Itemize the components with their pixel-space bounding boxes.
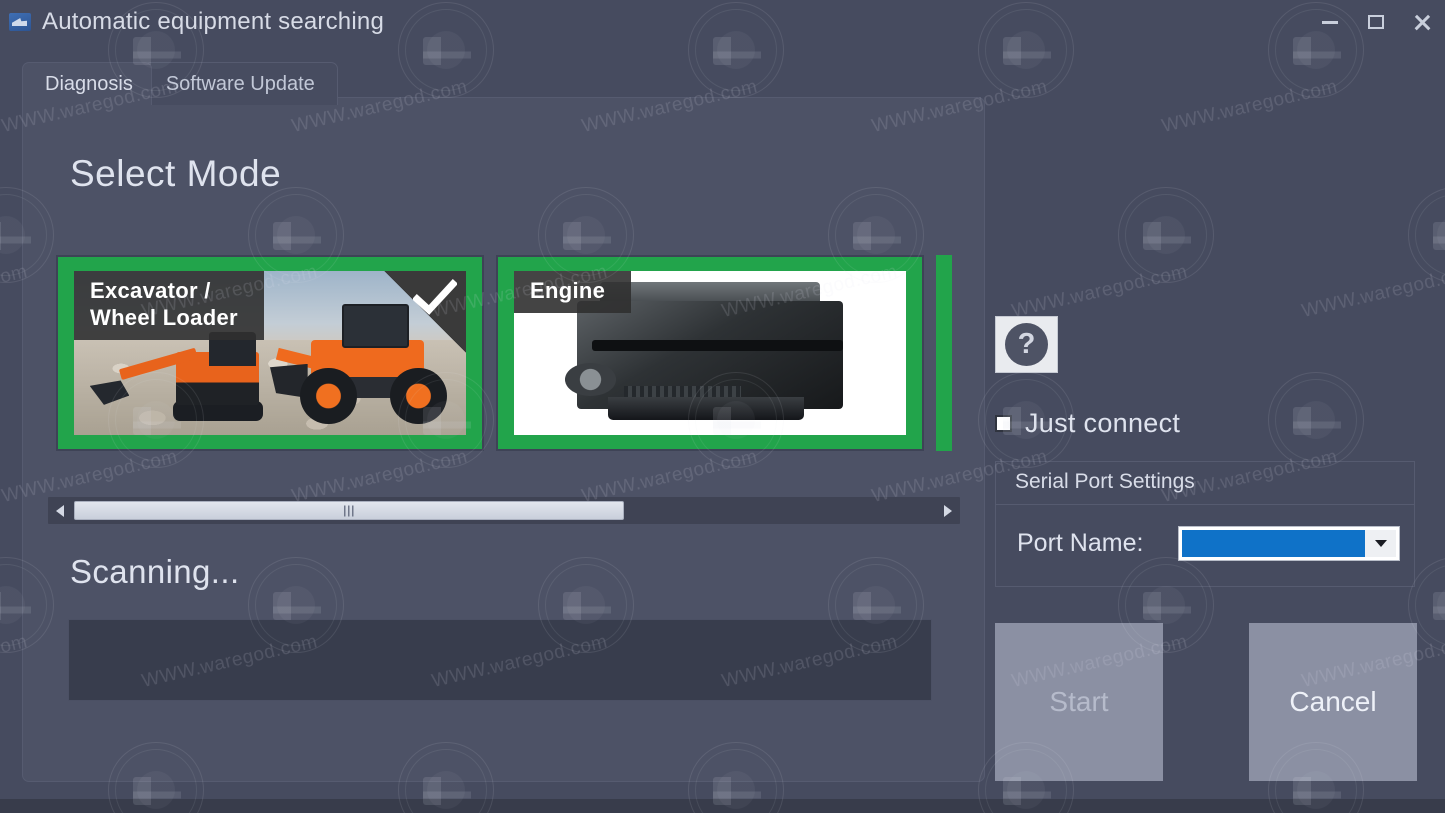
mode-card-carousel: Excavator / Wheel Loader Engine bbox=[56, 255, 977, 453]
watermark-seal-icon bbox=[1268, 372, 1364, 468]
mode-card-media: Engine bbox=[514, 271, 906, 435]
minimize-button[interactable] bbox=[1307, 0, 1353, 44]
scan-log-box bbox=[68, 619, 932, 701]
port-name-dropdown-button[interactable] bbox=[1365, 530, 1396, 557]
serial-port-settings-title: Serial Port Settings bbox=[1015, 470, 1195, 493]
selected-badge bbox=[384, 271, 466, 353]
carousel-scrollbar[interactable] bbox=[48, 497, 960, 524]
close-button[interactable] bbox=[1399, 0, 1445, 44]
watermark-text: WWW.waregod.com bbox=[1299, 261, 1445, 322]
port-name-row: Port Name: bbox=[1017, 526, 1400, 561]
tab-diagnosis[interactable]: Diagnosis bbox=[22, 62, 152, 105]
window-controls bbox=[1307, 0, 1445, 44]
app-icon bbox=[9, 13, 31, 31]
tab-diagnosis-label: Diagnosis bbox=[45, 73, 133, 95]
start-button[interactable]: Start bbox=[995, 623, 1163, 781]
scrollbar-track[interactable] bbox=[74, 501, 934, 520]
tab-software-update-label: Software Update bbox=[165, 73, 315, 95]
scroll-right-button[interactable] bbox=[936, 497, 960, 524]
port-name-label: Port Name: bbox=[1017, 529, 1144, 557]
page-title: Select Mode bbox=[70, 153, 282, 194]
just-connect-row[interactable]: Just connect bbox=[995, 408, 1180, 439]
grip-icon bbox=[344, 505, 355, 516]
title-bar: Automatic equipment searching bbox=[0, 0, 1445, 44]
watermark-seal-icon bbox=[1408, 187, 1445, 283]
mode-card-rail: Excavator / Wheel Loader Engine bbox=[56, 255, 977, 453]
scrollbar-thumb[interactable] bbox=[74, 501, 625, 520]
mode-card-excavator-wheel-loader[interactable]: Excavator / Wheel Loader bbox=[56, 255, 484, 451]
arrow-right-icon bbox=[944, 504, 952, 517]
mode-card-label: Excavator / Wheel Loader bbox=[74, 271, 264, 340]
port-name-value[interactable] bbox=[1182, 530, 1365, 557]
just-connect-checkbox[interactable] bbox=[995, 415, 1012, 432]
maximize-button[interactable] bbox=[1353, 0, 1399, 44]
mode-card-media: Excavator / Wheel Loader bbox=[74, 271, 466, 435]
mode-card-next-partial[interactable] bbox=[936, 255, 952, 451]
watermark-text: WWW.waregod.com bbox=[1159, 76, 1340, 137]
arrow-left-icon bbox=[56, 504, 64, 517]
diagnosis-panel: Select Mode Excavator / Wheel Loader Eng… bbox=[22, 97, 985, 782]
close-icon bbox=[1413, 13, 1431, 31]
tab-software-update[interactable]: Software Update bbox=[142, 62, 338, 105]
mode-card-label: Engine bbox=[514, 271, 632, 313]
status-label: Scanning... bbox=[70, 553, 240, 590]
window-title: Automatic equipment searching bbox=[42, 8, 384, 35]
check-icon bbox=[413, 279, 457, 315]
just-connect-label: Just connect bbox=[1025, 408, 1181, 438]
maximize-icon bbox=[1368, 15, 1384, 29]
help-button[interactable]: ? bbox=[995, 316, 1058, 373]
minimize-icon bbox=[1322, 20, 1338, 24]
port-name-select[interactable] bbox=[1178, 526, 1400, 561]
cancel-button[interactable]: Cancel bbox=[1249, 623, 1417, 781]
bottom-strip bbox=[0, 799, 1445, 813]
watermark-seal-icon bbox=[1118, 187, 1214, 283]
serial-port-settings-group: Serial Port Settings Port Name: bbox=[995, 461, 1415, 587]
watermark-text: WWW.waregod.com bbox=[1009, 261, 1190, 322]
chevron-down-icon bbox=[1374, 540, 1387, 547]
scroll-left-button[interactable] bbox=[48, 497, 72, 524]
mode-card-engine[interactable]: Engine bbox=[496, 255, 924, 451]
tab-bar: Software Update Diagnosis bbox=[22, 62, 338, 105]
application-window: Automatic equipment searching Software U… bbox=[0, 0, 1445, 813]
help-icon: ? bbox=[1005, 323, 1048, 366]
group-divider bbox=[996, 504, 1414, 505]
